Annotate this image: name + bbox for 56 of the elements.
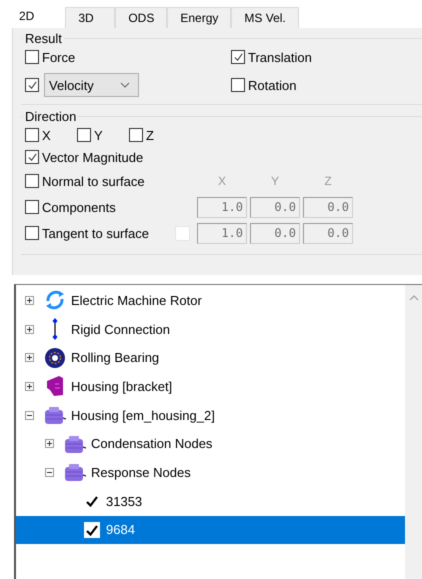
tree-item-label: 9684 bbox=[106, 522, 135, 538]
tree-item[interactable]: 9684 bbox=[16, 516, 405, 544]
expand-icon[interactable] bbox=[45, 439, 54, 448]
tab[interactable]: Energy bbox=[167, 7, 232, 28]
tree-item-label[interactable]: Housing [bracket] bbox=[71, 378, 172, 394]
dropdown[interactable]: Velocity bbox=[44, 73, 139, 97]
expand-icon[interactable] bbox=[25, 353, 34, 362]
checkbox-label: Components bbox=[42, 200, 116, 214]
checkbox-label: Rotation bbox=[248, 78, 296, 92]
expand-icon[interactable] bbox=[25, 382, 34, 391]
checkbox-label: X bbox=[42, 128, 51, 142]
checkbox-label: Force bbox=[42, 50, 76, 64]
tree-item-label[interactable]: Rolling Bearing bbox=[71, 350, 160, 366]
tree-item-label: 31353 bbox=[106, 494, 142, 509]
collapse-icon[interactable] bbox=[25, 410, 34, 420]
checkbox[interactable] bbox=[25, 50, 39, 64]
tree-item-label[interactable]: Housing [em_housing_2] bbox=[71, 408, 215, 423]
column-header: Y bbox=[270, 174, 280, 188]
bracket-icon bbox=[44, 375, 66, 398]
checkbox-label: Y bbox=[94, 128, 103, 142]
tab[interactable]: MS Vel. bbox=[231, 7, 299, 28]
tree-item-label[interactable]: Response Nodes bbox=[91, 464, 191, 480]
tree-item-label[interactable]: Electric Machine Rotor bbox=[71, 292, 202, 308]
checkbox[interactable] bbox=[25, 150, 39, 164]
checkbox-label: Translation bbox=[248, 50, 312, 64]
tree-item-label[interactable]: Rigid Connection bbox=[71, 322, 170, 337]
checkbox[interactable] bbox=[129, 128, 143, 142]
housing-icon bbox=[44, 404, 66, 426]
column-header: Z bbox=[323, 174, 333, 188]
checkbox[interactable] bbox=[231, 78, 245, 92]
checkbox[interactable] bbox=[25, 174, 39, 188]
checkbox-label: Tangent to surface bbox=[42, 226, 149, 240]
collapse-icon[interactable] bbox=[45, 468, 54, 477]
connector-icon bbox=[52, 318, 58, 340]
column-header: X bbox=[216, 174, 227, 188]
chevron-down-icon bbox=[120, 82, 130, 88]
group-title: Direction bbox=[24, 109, 78, 124]
expand-icon[interactable] bbox=[25, 296, 34, 305]
checkbox[interactable] bbox=[25, 128, 39, 142]
checkbox[interactable] bbox=[77, 128, 91, 142]
expand-icon[interactable] bbox=[25, 324, 34, 334]
circular-arrows-icon bbox=[44, 289, 66, 312]
group-title: Result bbox=[24, 31, 63, 46]
scrollbar[interactable] bbox=[405, 285, 422, 579]
housing-icon bbox=[64, 461, 86, 484]
tab[interactable]: ODS bbox=[115, 7, 168, 28]
ring-icon bbox=[44, 346, 66, 369]
checkbox[interactable] bbox=[231, 50, 245, 64]
tree-item-label[interactable]: Condensation Nodes bbox=[91, 436, 212, 452]
checkbox-label: Z bbox=[146, 128, 154, 142]
checkbox-label: Normal to surface bbox=[42, 174, 145, 188]
tree-item[interactable]: 31353 bbox=[16, 486, 405, 516]
checkbox[interactable] bbox=[25, 78, 39, 92]
checkbox-label: Vector Magnitude bbox=[42, 150, 144, 164]
tab[interactable]: 3D bbox=[65, 7, 116, 28]
checkmark-icon[interactable] bbox=[84, 522, 100, 538]
